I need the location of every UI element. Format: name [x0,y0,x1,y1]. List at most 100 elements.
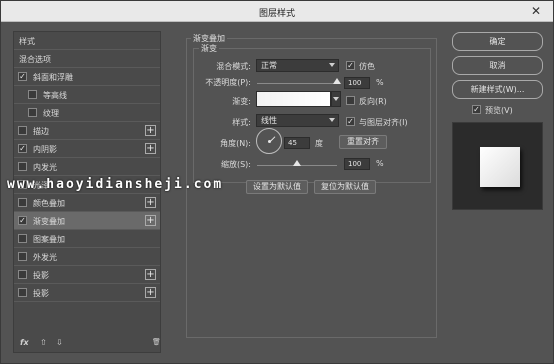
dialog-title: 图层样式 [258,9,295,19]
style-item-label: 等高线 [43,91,67,100]
style-preview [452,122,543,210]
styles-list-item[interactable]: 等高线 [14,86,160,104]
scale-slider-thumb[interactable] [293,160,301,166]
style-checkbox[interactable] [18,252,27,261]
reverse-label: 反向(R) [359,97,387,106]
title-bar: 图层样式 ✕ [1,1,553,22]
styles-list-item[interactable]: ✓ 内阴影 + [14,140,160,158]
angle-input[interactable]: 45 [284,137,310,149]
gradient-dropdown[interactable] [331,91,341,107]
add-effect-icon[interactable]: + [145,215,156,226]
angle-center-dot [268,140,271,143]
style-label: 样式: [232,118,251,127]
styles-header[interactable]: 样式 [14,32,160,50]
style-checkbox[interactable] [28,90,37,99]
new-style-button[interactable]: 新建样式(W)... [452,80,543,99]
style-item-label: 投影 [33,271,49,280]
style-item-label: 纹理 [43,109,59,118]
add-effect-icon[interactable]: + [145,143,156,154]
reverse-checkbox[interactable] [346,96,355,105]
move-up-icon[interactable]: ⇧ [40,338,47,347]
style-item-label: 内发光 [33,163,57,172]
style-checkbox[interactable] [18,288,27,297]
styles-list-item[interactable]: 图案叠加 [14,230,160,248]
scale-label: 缩放(S): [220,160,251,169]
style-item-label: 图案叠加 [33,235,65,244]
gradient-picker[interactable] [256,91,331,107]
style-checkbox[interactable]: ✓ [18,72,27,81]
style-item-label: 投影 [33,289,49,298]
angle-label: 角度(N): [220,139,251,148]
set-default-button[interactable]: 设置为默认值 [246,180,308,194]
add-effect-icon[interactable]: + [145,197,156,208]
styles-list-item[interactable]: 描边 + [14,122,160,140]
ok-button[interactable]: 确定 [452,32,543,51]
preview-label: 预览(V) [485,106,513,115]
preview-swatch [480,147,520,187]
styles-list-item[interactable]: 内发光 [14,158,160,176]
style-item-label: 颜色叠加 [33,199,65,208]
styles-list-item[interactable]: 外发光 [14,248,160,266]
reset-alignment-button[interactable]: 重置对齐 [339,135,387,149]
opacity-unit: % [376,78,384,87]
style-item-label: 内阴影 [33,145,57,154]
trash-icon[interactable]: 🗑 [152,338,161,346]
blend-mode-value: 正常 [261,61,277,70]
add-effect-icon[interactable]: + [145,269,156,280]
style-checkbox[interactable] [28,108,37,117]
angle-dial[interactable] [256,128,282,154]
styles-header-label: 样式 [19,37,35,46]
styles-list-item[interactable]: ✓ 渐变叠加 + [14,212,160,230]
style-item-label: 斜面和浮雕 [33,73,73,82]
close-icon[interactable]: ✕ [529,4,543,18]
layer-style-dialog: 图层样式 ✕ 样式 混合选项 ✓ 斜面和浮雕 等高线 纹理 描边 + ✓ 内阴影 + 内发光 光泽颜… [0,0,554,364]
add-effect-icon[interactable]: + [145,287,156,298]
align-with-layer-checkbox[interactable]: ✓ [346,117,355,126]
add-effect-icon[interactable]: + [145,125,156,136]
style-item-label: 渐变叠加 [33,217,65,226]
reset-default-button[interactable]: 复位为默认值 [314,180,376,194]
style-checkbox[interactable] [18,198,27,207]
style-item-label: 外发光 [33,253,57,262]
style-checkbox[interactable]: ✓ [18,144,27,153]
opacity-slider-track[interactable] [257,83,337,84]
style-checkbox[interactable] [18,126,27,135]
preview-checkbox[interactable]: ✓ [472,105,481,114]
opacity-slider-thumb[interactable] [333,78,341,84]
style-checkbox[interactable] [18,162,27,171]
styles-list-item[interactable]: 纹理 [14,104,160,122]
scale-unit: % [376,159,384,168]
scale-input[interactable]: 100 [344,158,370,170]
gradient-subgroup-title: 渐变 [199,43,219,54]
style-item-label: 描边 [33,127,49,136]
blend-options-label: 混合选项 [19,55,51,64]
blend-mode-select[interactable]: 正常 [256,59,339,72]
opacity-input[interactable]: 100 [344,77,370,89]
watermark: www.haoyidiansheji.com [7,177,224,192]
opacity-label: 不透明度(P): [205,78,251,87]
angle-unit: 度 [315,139,323,148]
style-value: 线性 [261,116,277,125]
dither-label: 仿色 [359,62,375,71]
dither-checkbox[interactable]: ✓ [346,61,355,70]
chevron-down-icon [333,97,339,101]
style-select[interactable]: 线性 [256,114,339,127]
style-checkbox[interactable]: ✓ [18,216,27,225]
styles-list-item[interactable]: 投影 + [14,284,160,302]
move-down-icon[interactable]: ⇩ [56,338,63,347]
align-with-layer-label: 与图层对齐(I) [359,118,408,127]
blend-mode-label: 混合模式: [216,62,251,71]
styles-list-item[interactable]: ✓ 斜面和浮雕 [14,68,160,86]
styles-list: 样式 混合选项 ✓ 斜面和浮雕 等高线 纹理 描边 + ✓ 内阴影 + 内发光 光泽 颜色叠加 + ✓ 渐变… [13,31,161,353]
gradient-label: 渐变: [232,97,251,106]
style-checkbox[interactable] [18,234,27,243]
style-checkbox[interactable] [18,270,27,279]
blend-options-item[interactable]: 混合选项 [14,50,160,68]
styles-list-item[interactable]: 颜色叠加 + [14,194,160,212]
cancel-button[interactable]: 取消 [452,56,543,75]
styles-list-footer: fx ⇧ ⇩ 🗑 [14,334,161,352]
fx-icon[interactable]: fx [20,338,29,347]
styles-list-item[interactable]: 投影 + [14,266,160,284]
chevron-down-icon [329,63,335,67]
chevron-down-icon [329,118,335,122]
